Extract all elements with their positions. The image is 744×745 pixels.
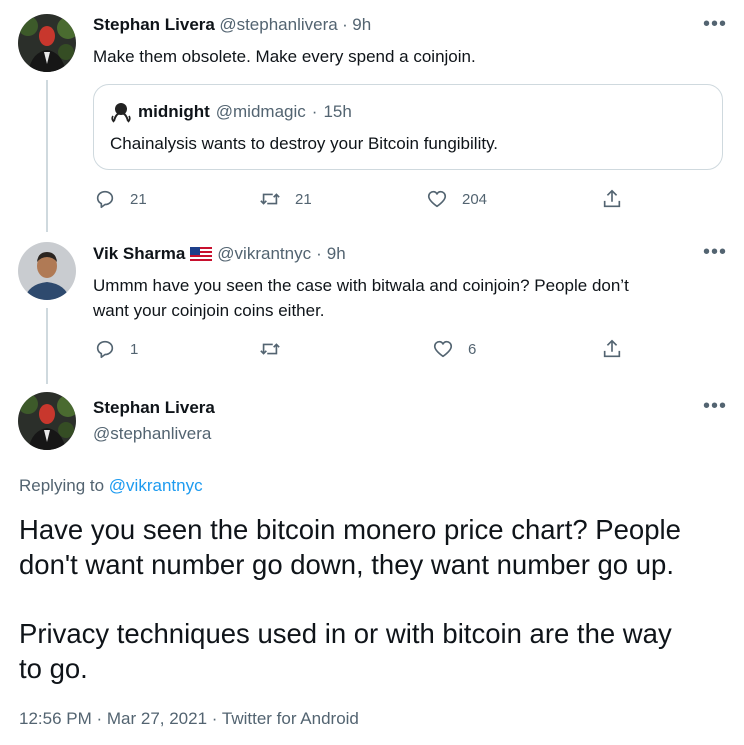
share-icon	[603, 189, 621, 208]
tweet-text: Make them obsolete. Make every spend a c…	[93, 47, 476, 66]
thread-line	[46, 308, 48, 384]
more-icon[interactable]: •••	[703, 396, 727, 416]
avatar[interactable]	[18, 14, 76, 72]
tweet-text-line: Privacy techniques used in or with bitco…	[19, 618, 672, 649]
author-handle[interactable]: @stephanlivera	[219, 15, 337, 34]
like-button[interactable]: 204	[426, 188, 487, 210]
reply-count: 1	[130, 340, 139, 358]
replying-to: Replying to @vikrantnyc	[19, 476, 203, 496]
quote-time: 15h	[323, 102, 352, 121]
tweet-text-line: to go.	[19, 653, 88, 684]
reply-icon	[96, 190, 114, 209]
more-icon[interactable]: •••	[703, 14, 727, 34]
tweet-text-line: Ummm have you seen the case with bitwala…	[93, 276, 629, 295]
retweet-icon	[260, 343, 280, 355]
separator: ·	[211, 709, 218, 728]
more-icon[interactable]: •••	[703, 242, 727, 262]
quote-author-name: midnight	[138, 102, 210, 121]
tweet-text-line: Have you seen the bitcoin monero price c…	[19, 514, 681, 545]
tweet-text-line: don't want number go down, they want num…	[19, 549, 674, 580]
quote-text: Chainalysis wants to destroy your Bitcoi…	[110, 134, 499, 153]
reply-button[interactable]: 1	[94, 338, 138, 360]
like-icon	[427, 190, 447, 208]
tweet-timestamp[interactable]: 12:56 PM · Mar 27, 2021	[19, 709, 207, 728]
tweet-time[interactable]: 9h	[352, 15, 371, 34]
author-name[interactable]: Vik Sharma	[93, 244, 185, 264]
tweet-body: Have you seen the bitcoin monero price c…	[19, 512, 729, 686]
separator: ·	[342, 15, 348, 34]
share-button[interactable]	[601, 338, 623, 360]
separator: ·	[311, 102, 318, 121]
thread-line	[46, 80, 48, 232]
retweet-count: 21	[295, 190, 312, 208]
like-icon	[433, 340, 453, 358]
reply-button[interactable]: 21	[94, 188, 147, 210]
quote-author-handle: @midmagic	[215, 102, 306, 121]
tweet-time[interactable]: 9h	[327, 244, 346, 264]
replying-to-label: Replying to	[19, 476, 105, 495]
tweet-source[interactable]: Twitter for Android	[222, 709, 359, 728]
share-icon	[603, 339, 621, 358]
like-count: 6	[468, 340, 477, 358]
author-name[interactable]: Stephan Livera	[93, 15, 215, 34]
us-flag-icon	[190, 247, 213, 261]
like-count: 204	[462, 190, 488, 208]
reply-icon	[96, 340, 114, 359]
avatar[interactable]	[18, 392, 76, 450]
author-handle[interactable]: @stephanlivera	[93, 424, 211, 444]
retweet-icon	[260, 193, 280, 205]
author-handle[interactable]: @vikrantnyc	[217, 244, 311, 264]
tweet-text-line: want your coinjoin coins either.	[93, 301, 325, 320]
quote-avatar	[110, 101, 132, 123]
share-button[interactable]	[601, 188, 623, 210]
reply-count: 21	[130, 190, 147, 208]
replying-to-link[interactable]: @vikrantnyc	[109, 476, 203, 495]
retweet-button[interactable]	[259, 338, 295, 360]
quoted-tweet[interactable]: midnight @midmagic · 15h Chainalysis wan…	[93, 84, 723, 170]
separator: ·	[316, 244, 322, 263]
author-name[interactable]: Stephan Livera	[93, 398, 215, 418]
avatar[interactable]	[18, 242, 76, 300]
like-button[interactable]: 6	[432, 338, 476, 360]
tweet-meta: 12:56 PM · Mar 27, 2021 · Twitter for An…	[19, 709, 359, 729]
retweet-button[interactable]: 21	[259, 188, 312, 210]
